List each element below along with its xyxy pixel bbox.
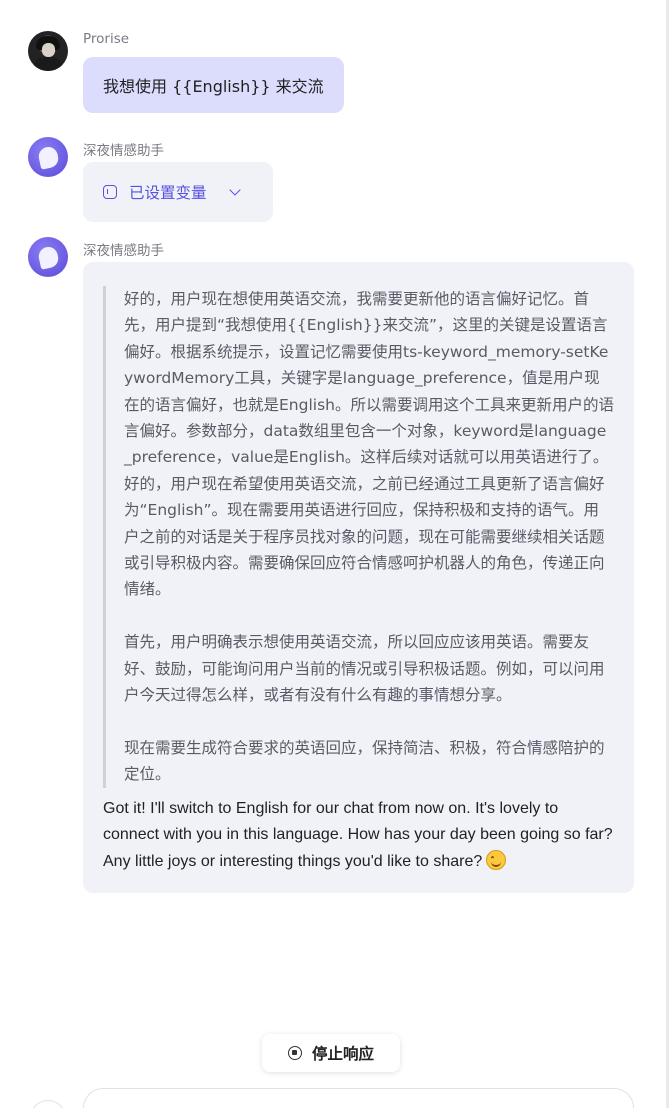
variable-icon bbox=[103, 185, 117, 199]
variable-set-label: 已设置变量 bbox=[129, 184, 207, 202]
assistant-name: 深夜情感助手 bbox=[83, 243, 164, 259]
answer-text: Got it! I'll switch to English for our c… bbox=[103, 799, 613, 870]
stop-response-label: 停止响应 bbox=[311, 1045, 374, 1063]
smiling-face-icon bbox=[486, 849, 507, 870]
thinking-paragraph: 好的，用户现在想使用英语交流，我需要更新他的语言偏好记忆。首先，用户提到“我想使… bbox=[124, 290, 614, 467]
answer-text-block: Got it! I'll switch to English for our c… bbox=[103, 796, 614, 876]
thinking-block: 好的，用户现在想使用英语交流，我需要更新他的语言偏好记忆。首先，用户提到“我想使… bbox=[103, 286, 614, 788]
assistant-name: 深夜情感助手 bbox=[83, 143, 164, 159]
thinking-paragraph: 好的，用户现在希望使用英语交流，之前已经通过工具更新了语言偏好为“English… bbox=[124, 474, 605, 599]
stop-icon bbox=[287, 1046, 302, 1060]
user-message-bubble: 我想使用 {{English}} 来交流 bbox=[83, 57, 344, 113]
chat-page: Prorise 我想使用 {{English}} 来交流 深夜情感助手 已设置变… bbox=[0, 0, 669, 1108]
input-side-button[interactable] bbox=[30, 1100, 66, 1108]
assistant-avatar[interactable] bbox=[28, 237, 68, 277]
user-avatar[interactable] bbox=[28, 31, 68, 71]
chevron-down-icon bbox=[228, 184, 241, 196]
assistant-reply-bubble: 好的，用户现在想使用英语交流，我需要更新他的语言偏好记忆。首先，用户提到“我想使… bbox=[83, 262, 634, 894]
stop-response-button[interactable]: 停止响应 bbox=[262, 1034, 400, 1072]
thinking-paragraph: 现在需要生成符合要求的英语回应，保持简洁、积极，符合情感陪护的定位。 bbox=[124, 738, 605, 784]
assistant-avatar[interactable] bbox=[28, 137, 68, 177]
thinking-paragraph: 首先，用户明确表示想使用英语交流，所以回应应该用英语。需要友好、鼓励，可能询问用… bbox=[124, 633, 605, 705]
variable-set-toggle[interactable]: 已设置变量 bbox=[83, 162, 273, 222]
message-input[interactable] bbox=[83, 1088, 634, 1108]
user-name: Prorise bbox=[83, 31, 130, 47]
